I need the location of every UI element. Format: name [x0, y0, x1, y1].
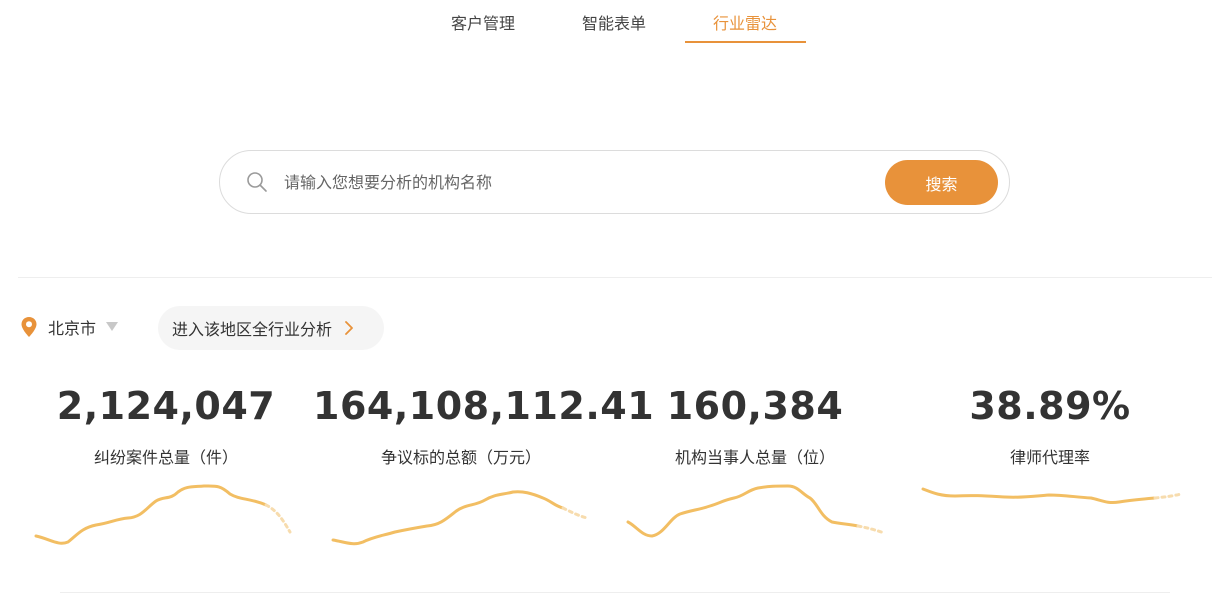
stat-lawyer-rate: 38.89% 律师代理率 [902, 380, 1198, 468]
trend-sparkline [626, 484, 886, 538]
trend-sparkline [34, 484, 292, 545]
top-nav: 客户管理 智能表单 行业雷达 [0, 0, 1219, 44]
search-input[interactable] [284, 168, 864, 196]
tab-customer-management[interactable]: 客户管理 [447, 10, 519, 44]
stat-label: 机构当事人总量（位） [674, 448, 835, 467]
section-divider [18, 277, 1212, 278]
tab-industry-radar[interactable]: 行业雷达 [709, 10, 781, 44]
tab-smart-forms[interactable]: 智能表单 [578, 10, 650, 44]
region-industry-analysis-link[interactable]: 进入该地区全行业分析 [158, 306, 384, 350]
stat-label: 纠纷案件总量（件） [93, 448, 238, 467]
region-city-label: 北京市 [48, 319, 97, 338]
active-tab-indicator [685, 41, 806, 43]
stat-value: 2,124,047 [56, 384, 276, 428]
region-selector[interactable]: 北京市 [20, 314, 119, 340]
region-link-label: 进入该地区全行业分析 [172, 320, 333, 339]
search-icon [247, 172, 267, 192]
search-button[interactable]: 搜索 [885, 160, 998, 205]
stat-label: 律师代理率 [1009, 448, 1090, 467]
bottom-divider [60, 592, 1170, 593]
stat-value: 160,384 [666, 384, 844, 428]
caret-down-icon [106, 322, 119, 331]
stat-label: 争议标的总额（万元） [380, 448, 541, 467]
chevron-right-icon [345, 321, 353, 335]
stat-institution-parties: 160,384 机构当事人总量（位） [607, 380, 903, 468]
trend-sparkline [921, 487, 1183, 504]
stat-dispute-amount: 164,108,112.41 争议标的总额（万元） [313, 380, 655, 468]
trend-sparkline [331, 490, 589, 546]
stat-value: 38.89% [969, 384, 1131, 428]
stat-dispute-cases: 2,124,047 纠纷案件总量（件） [18, 380, 314, 468]
stat-value: 164,108,112.41 [313, 384, 655, 428]
location-pin-icon [21, 317, 37, 337]
